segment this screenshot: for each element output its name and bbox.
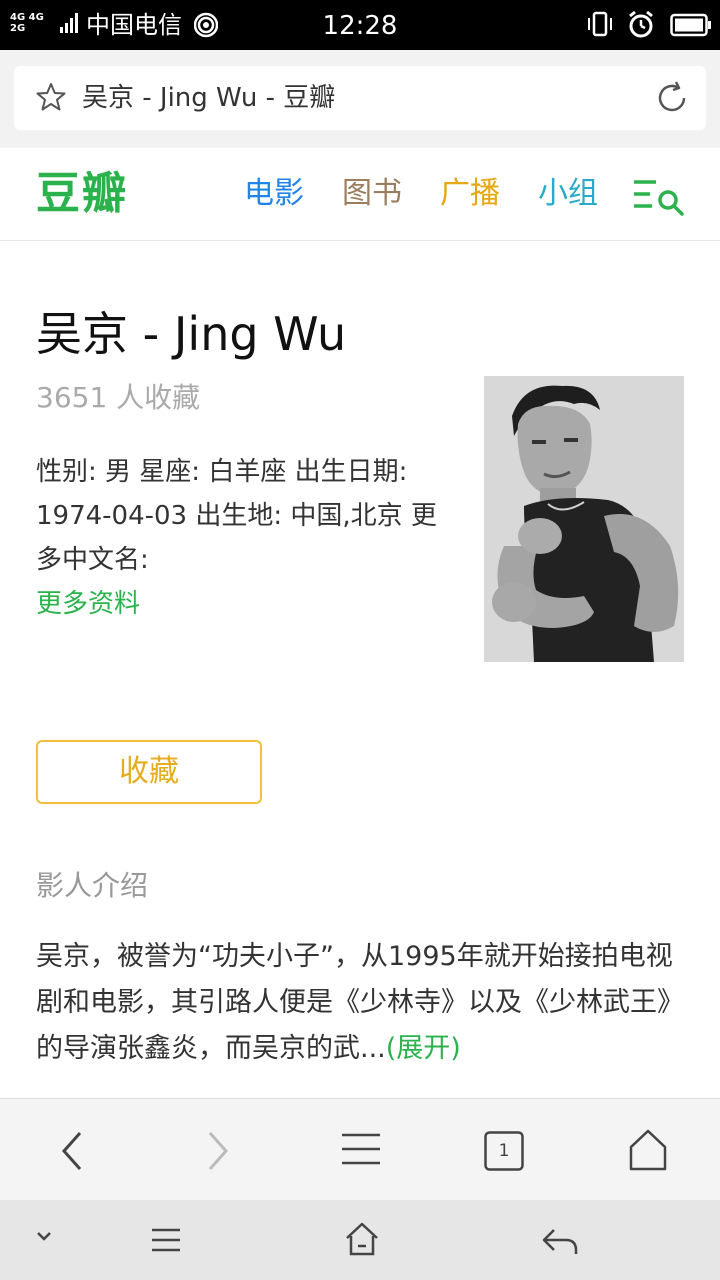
- network-bottom: 2G: [10, 23, 26, 34]
- network-top: 4G 4G: [10, 12, 44, 23]
- address-bar[interactable]: 吴京 - Jing Wu - 豆瓣: [14, 66, 706, 130]
- hotspot-icon: [194, 12, 218, 38]
- status-bar: 4G 4G 2G 中国电信 12:28: [0, 0, 720, 50]
- reload-icon[interactable]: [654, 80, 690, 116]
- page-title-url[interactable]: 吴京 - Jing Wu - 豆瓣: [82, 80, 335, 116]
- person-name: 吴京 - Jing Wu: [36, 307, 347, 361]
- network-indicator: 4G 4G 2G: [10, 12, 44, 34]
- expand-link[interactable]: (展开): [386, 1033, 461, 1064]
- signal-icon: [60, 13, 78, 33]
- tabs-button[interactable]: 1: [484, 1131, 524, 1171]
- person-photo[interactable]: [484, 376, 684, 662]
- browser-toolbar: 1: [0, 1098, 720, 1200]
- nav-book[interactable]: 图书: [342, 174, 402, 214]
- alarm-icon: [629, 10, 653, 38]
- chevron-down-icon[interactable]: [34, 1230, 54, 1244]
- home-icon[interactable]: [628, 1129, 668, 1171]
- nav-group[interactable]: 小组: [538, 174, 598, 214]
- back-arrow-icon[interactable]: [540, 1224, 580, 1258]
- menu-icon[interactable]: [340, 1129, 382, 1171]
- intro-section-title: 影人介绍: [36, 869, 149, 902]
- collect-button[interactable]: 收藏: [36, 740, 262, 804]
- chevron-left-icon[interactable]: [56, 1129, 90, 1173]
- collect-count: 3651 人收藏: [36, 381, 201, 414]
- system-menu-icon[interactable]: [148, 1222, 184, 1258]
- tab-count: 1: [498, 1141, 510, 1161]
- battery-icon: [670, 13, 711, 37]
- star-icon[interactable]: [36, 82, 66, 112]
- system-navigation-bar: [0, 1200, 720, 1280]
- site-header: 豆瓣 电影 图书 广播 小组: [0, 148, 720, 241]
- douban-logo[interactable]: 豆瓣: [36, 166, 128, 222]
- person-info: 性别: 男 星座: 白羊座 出生日期: 1974-04-03 出生地: 中国,北…: [36, 457, 437, 575]
- chevron-right-icon[interactable]: [200, 1129, 234, 1173]
- intro-body: 吴京，被誉为“功夫小子”，从1995年就开始接拍电视剧和电影，其引路人便是《少林…: [36, 941, 684, 1064]
- vibrate-icon: [588, 11, 612, 37]
- carrier-name: 中国电信: [86, 11, 182, 39]
- more-info-link[interactable]: 更多资料: [36, 584, 140, 624]
- menu-search-icon[interactable]: [632, 178, 686, 218]
- address-bar-area: 吴京 - Jing Wu - 豆瓣: [0, 50, 720, 148]
- nav-movie[interactable]: 电影: [244, 174, 304, 214]
- nav-broadcast[interactable]: 广播: [440, 174, 500, 214]
- system-home-icon[interactable]: [344, 1220, 380, 1258]
- portrait-image: [484, 376, 684, 662]
- intro-text: 吴京，被誉为“功夫小子”，从1995年就开始接拍电视剧和电影，其引路人便是《少林…: [36, 934, 686, 1072]
